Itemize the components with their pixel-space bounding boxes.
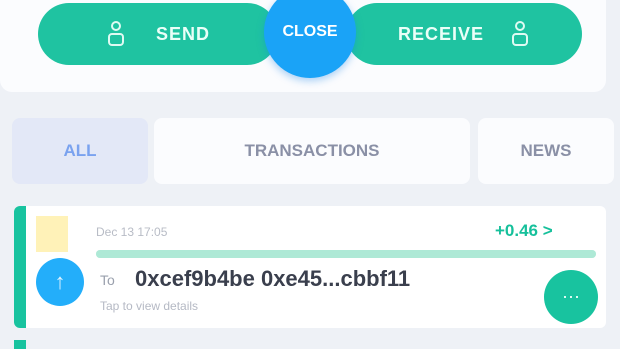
tab-all[interactable]: ALL [12, 118, 148, 184]
transaction-progress-fill [96, 250, 596, 258]
send-label: SEND [155, 23, 210, 44]
more-icon[interactable]: ⋯ [544, 270, 598, 324]
transaction-date: Dec 13 17:05 [96, 225, 168, 239]
tab-news[interactable]: NEWS [478, 118, 614, 184]
next-item-strip [14, 340, 26, 349]
center-action-label: CLOSE [282, 23, 338, 40]
transaction-address: 0xcef9b4be 0xe45...cbbf11 [135, 266, 411, 291]
tab-bar: ALL TRANSACTIONS NEWS [10, 118, 614, 184]
tab-transactions[interactable]: TRANSACTIONS [154, 118, 470, 184]
person-icon [106, 21, 126, 47]
person-icon [510, 21, 530, 47]
pending-marker [36, 216, 68, 252]
receive-label: RECEIVE [397, 23, 485, 44]
transaction-progress [96, 250, 596, 258]
transaction-subtitle: Tap to view details [100, 299, 199, 313]
transaction-amount: +0.46 > [495, 221, 553, 240]
status-strip [14, 206, 26, 328]
transaction-prefix: To [100, 272, 115, 288]
send-button[interactable]: SEND [38, 3, 278, 65]
receive-button[interactable]: RECEIVE [346, 3, 582, 65]
arrow-up-icon: ↑ [36, 258, 84, 306]
